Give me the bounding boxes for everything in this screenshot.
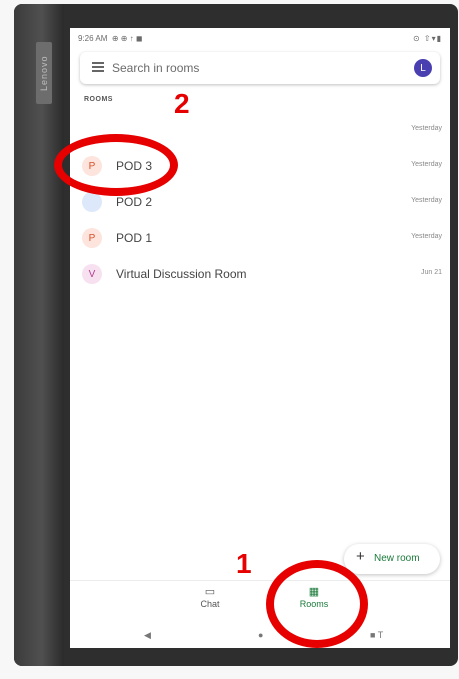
chat-icon: ▭: [204, 586, 216, 598]
room-name: Virtual Discussion Room: [116, 267, 247, 281]
room-timestamp: Jun 21: [420, 269, 442, 276]
recents-icon[interactable]: ■ T: [370, 630, 383, 640]
brand-label: Lenovo: [36, 42, 52, 104]
annotation-number-1: 1: [236, 548, 252, 579]
room-name: POD 2: [116, 195, 153, 209]
room-avatar: P: [82, 228, 102, 248]
room-name: POD 1: [116, 231, 153, 245]
room-avatar: V: [82, 264, 102, 284]
nav-chat-label: Chat: [200, 599, 220, 609]
rooms-section-label: ROOMS: [84, 96, 113, 103]
room-list-item[interactable]: V Virtual Discussion Room Jun 21: [70, 256, 450, 292]
new-room-button[interactable]: + New room: [344, 544, 440, 574]
status-time: 9:26 AM ⊕ ⊕ ↑ ◼: [78, 34, 143, 43]
bottom-nav: ▭ Chat ▦ Rooms: [70, 580, 450, 627]
nav-chat[interactable]: ▭ Chat: [180, 585, 240, 609]
status-bar: 9:26 AM ⊕ ⊕ ↑ ◼ ⊙ ⇧▾▮: [70, 28, 450, 48]
annotation-ring-2: [54, 134, 178, 196]
system-nav: ◀ ● ■ T: [70, 626, 450, 648]
search-bar[interactable]: Search in rooms L: [80, 52, 440, 84]
plus-icon: +: [356, 548, 365, 565]
back-icon[interactable]: ◀: [144, 630, 151, 641]
app-screen: 9:26 AM ⊕ ⊕ ↑ ◼ ⊙ ⇧▾▮ Search in rooms L …: [70, 28, 450, 648]
room-timestamp: Yesterday: [411, 125, 442, 132]
room-timestamp: Yesterday: [411, 161, 442, 168]
search-input[interactable]: Search in rooms: [112, 61, 199, 75]
room-timestamp: Yesterday: [411, 233, 442, 240]
account-avatar[interactable]: L: [414, 59, 432, 77]
home-icon[interactable]: ●: [258, 630, 263, 640]
status-icons: ⊙ ⇧▾▮: [412, 34, 442, 43]
room-timestamp: Yesterday: [411, 197, 442, 204]
room-avatar: [82, 192, 102, 212]
new-room-label: New room: [374, 553, 420, 564]
menu-icon[interactable]: [92, 62, 104, 72]
room-list-item[interactable]: P POD 1 Yesterday: [70, 220, 450, 256]
annotation-number-2: 2: [174, 88, 190, 119]
annotation-ring-1: [266, 560, 368, 648]
